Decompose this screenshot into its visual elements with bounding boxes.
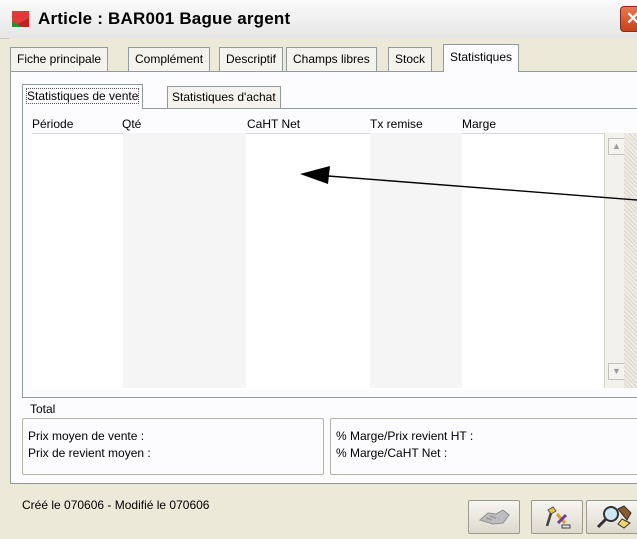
col-header-caht-net[interactable]: CaHT Net bbox=[247, 117, 300, 131]
grid-vertical-scrollbar[interactable]: ▲ ▼ bbox=[604, 133, 625, 388]
subtab-statistiques-vente[interactable]: Statistiques de vente bbox=[22, 84, 144, 109]
created-modified-text: Créé le 070606 - Modifié le 070606 bbox=[22, 498, 210, 512]
grid-column-tx-remise bbox=[370, 133, 462, 388]
grid-resize-hatch bbox=[624, 133, 637, 388]
search-icon bbox=[596, 505, 632, 529]
tab-descriptif[interactable]: Descriptif bbox=[219, 47, 284, 71]
total-label: Total bbox=[30, 402, 56, 416]
col-header-marge[interactable]: Marge bbox=[462, 117, 496, 131]
tab-stock[interactable]: Stock bbox=[388, 47, 433, 71]
averages-group: Prix moyen de vente : Prix de revient mo… bbox=[22, 418, 324, 475]
tools-button[interactable] bbox=[531, 500, 583, 534]
margins-group: % Marge/Prix revient HT : % Marge/CaHT N… bbox=[330, 418, 637, 475]
col-header-tx-remise[interactable]: Tx remise bbox=[370, 117, 423, 131]
subtab-label-vente: Statistiques de vente bbox=[25, 88, 140, 104]
app-flag-icon bbox=[12, 11, 29, 27]
handshake-icon bbox=[478, 509, 510, 525]
tab-complement[interactable]: Complément bbox=[128, 47, 211, 71]
subtab-statistiques-achat[interactable]: Statistiques d'achat bbox=[167, 86, 281, 108]
handshake-button[interactable] bbox=[468, 500, 520, 534]
marge-caht-label: % Marge/CaHT Net : bbox=[336, 446, 448, 460]
window-titlebar: Article : BAR001 Bague argent ✕ bbox=[0, 0, 637, 39]
scroll-down-arrow-icon[interactable]: ▼ bbox=[608, 363, 625, 380]
close-button[interactable]: ✕ bbox=[620, 6, 637, 32]
prix-revient-moyen-label: Prix de revient moyen : bbox=[28, 446, 151, 460]
tab-fiche-principale[interactable]: Fiche principale bbox=[10, 47, 109, 71]
scroll-up-arrow-icon[interactable]: ▲ bbox=[608, 138, 625, 155]
search-button[interactable] bbox=[586, 500, 637, 534]
tools-icon bbox=[545, 506, 571, 529]
grid-column-qte bbox=[123, 133, 246, 388]
grid-list-body[interactable] bbox=[32, 133, 604, 389]
window-title: Article : BAR001 Bague argent bbox=[38, 9, 291, 28]
tab-champs-libres[interactable]: Champs libres bbox=[286, 47, 377, 71]
prix-moyen-vente-label: Prix moyen de vente : bbox=[28, 429, 145, 443]
tab-statistiques[interactable]: Statistiques bbox=[443, 44, 520, 72]
marge-prix-revient-label: % Marge/Prix revient HT : bbox=[336, 429, 474, 443]
col-header-qte[interactable]: Qté bbox=[122, 117, 141, 131]
col-header-periode[interactable]: Période bbox=[32, 117, 73, 131]
